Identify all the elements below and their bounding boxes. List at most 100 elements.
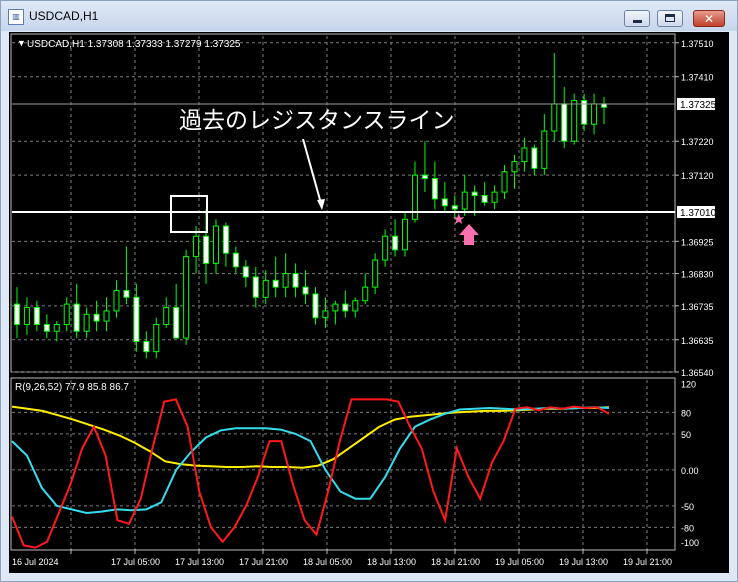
candle [431,161,438,210]
candle [491,185,498,210]
candle [13,287,20,339]
candle [292,263,299,298]
chart-window-icon: ▥ [8,9,24,25]
time-tick-label: 17 Jul 13:00 [175,557,224,567]
candle [222,222,229,267]
annotation-text: 過去のレジスタンスライン [179,107,455,133]
indicator-tick-label: -100 [681,538,699,548]
current-price-label: 1.37325 [680,100,717,111]
candle [23,297,30,335]
candle [372,253,379,294]
price-tick-label: 1.37120 [681,171,714,181]
candle [63,297,70,332]
candles [13,52,608,359]
chart-canvas[interactable]: 過去のレジスタンスライン ★ ▼ USDCAD,H1 1.37308 1.373… [9,32,729,573]
candle [193,226,200,274]
time-tick-label: 17 Jul 21:00 [239,557,288,567]
indicator-tick-label: 0.00 [681,466,699,476]
candle [113,280,120,318]
price-tick-label: 1.36540 [681,368,714,378]
candle [103,297,110,332]
indicator-tick-label: -50 [681,502,694,512]
time-tick-label: 18 Jul 13:00 [367,557,416,567]
candle [232,246,239,274]
candle [43,314,50,339]
candle [242,260,249,288]
star-icon: ★ [452,211,465,228]
maximize-button[interactable] [657,10,683,27]
candle [461,175,468,216]
candle [93,300,100,332]
indicator-header: R(9,26,52) 77.9 85.8 86.7 [15,382,129,393]
price-tick-label: 1.37220 [681,137,714,147]
candle [332,300,339,325]
price-tick-label: 1.37510 [681,39,714,49]
candle [521,137,528,172]
candle [501,164,508,199]
candle [601,97,608,125]
window-titlebar[interactable]: ▥ USDCAD,H1 ✕ [1,1,737,31]
price-panel-frame [10,33,676,373]
candle [362,273,369,305]
candle [173,283,180,339]
indicator-axis: 120 80 50 0.00 -50 -80 -100 [681,380,699,548]
candle [272,256,279,298]
time-tick-label: 18 Jul 05:00 [303,557,352,567]
candle [571,93,578,145]
minimize-button[interactable] [624,10,650,27]
chart-window: ▥ USDCAD,H1 ✕ 過去のレジスタンスライン ★ ▼ USDCAD,H1… [0,0,738,582]
candle [163,297,170,328]
maximize-icon [665,14,675,22]
price-tick-label: 1.37410 [681,73,714,83]
annotation-pointer [302,138,323,208]
candle [561,86,568,148]
close-icon: ✕ [703,12,715,26]
candle [481,181,488,206]
indicator-panel-frame [10,377,676,551]
candle [53,321,60,342]
candle [591,93,598,135]
indicator-tick-label: -80 [681,523,694,533]
candle [352,297,359,318]
price-tick-label: 1.36830 [681,270,714,280]
candle [302,270,309,305]
candle [421,141,428,193]
candle [282,253,289,298]
indicator-tick-label: 120 [681,380,696,390]
candle [312,287,319,325]
candle [392,219,399,257]
time-tick-label: 19 Jul 21:00 [623,557,672,567]
candle [382,229,389,267]
candle [342,290,349,318]
dropdown-triangle-icon[interactable]: ▼ [17,38,26,48]
close-button[interactable]: ✕ [693,10,725,27]
candle [123,246,130,305]
price-tick-label: 1.36735 [681,302,714,312]
candle [83,307,90,339]
time-tick-label: 18 Jul 21:00 [431,557,480,567]
candle [551,52,558,142]
candle [143,331,150,359]
candle [133,283,140,352]
time-tick-label: 16 Jul 2024 [12,557,59,567]
candle [541,114,548,176]
line-price-label: 1.37010 [680,208,717,219]
candle [441,181,448,213]
time-tick-label: 17 Jul 05:00 [111,557,160,567]
candle [153,317,160,359]
candle [581,93,588,132]
candle [183,249,190,345]
candle [402,212,409,257]
chart-svg: 過去のレジスタンスライン ★ ▼ USDCAD,H1 1.37308 1.373… [10,33,717,567]
candle [33,300,40,332]
price-tick-label: 1.36635 [681,336,714,346]
candle [531,144,538,176]
chart-header: USDCAD,H1 1.37308 1.37333 1.37279 1.3732… [27,39,241,50]
annotation-pointer-head [317,199,325,210]
price-tick-label: 1.36925 [681,237,714,247]
time-tick-label: 19 Jul 05:00 [495,557,544,567]
time-tick-label: 19 Jul 13:00 [559,557,608,567]
candle [511,154,518,189]
time-axis: 16 Jul 2024 17 Jul 05:00 17 Jul 13:00 17 Ju… [12,549,672,567]
candle [73,283,80,339]
